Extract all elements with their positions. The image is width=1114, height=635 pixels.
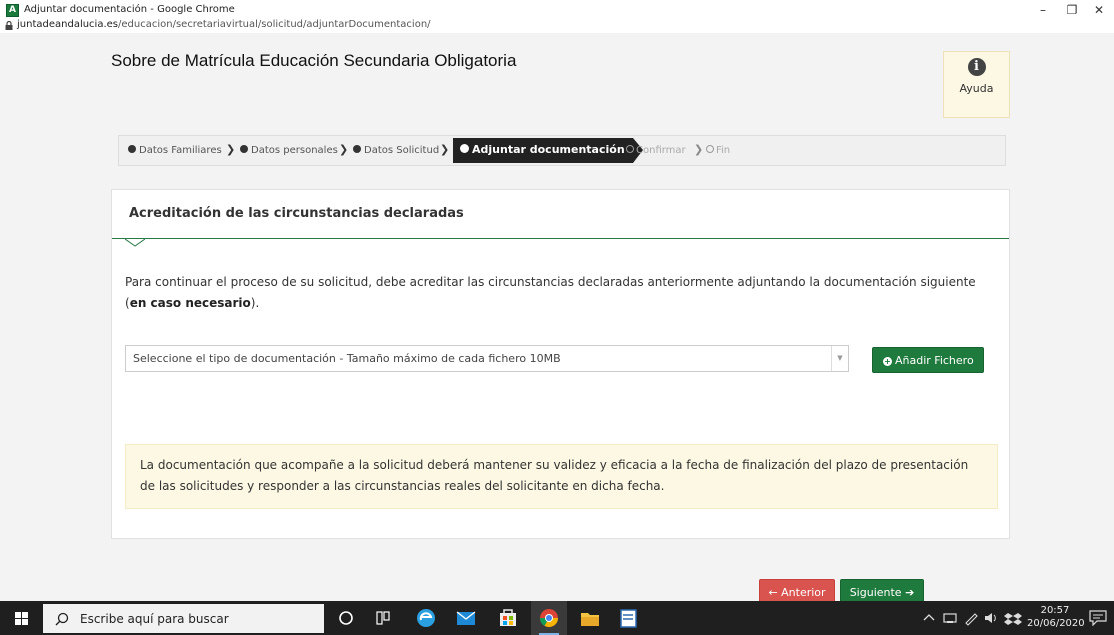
url-domain: juntadeandalucia.es <box>17 19 119 30</box>
page-content: Sobre de Matrícula Educación Secundaria … <box>0 33 1114 606</box>
network-icon[interactable] <box>941 601 959 635</box>
documentation-panel: Acreditación de las circunstancias decla… <box>111 189 1010 539</box>
chevron-right-icon: ❯ <box>226 143 236 156</box>
panel-divider <box>112 238 1009 239</box>
step-datos-familiares: Datos Familiares <box>128 145 222 156</box>
instructions-emphasis: en caso necesario <box>129 296 251 310</box>
window-title: Adjuntar documentación - Google Chrome <box>24 4 235 15</box>
step-adjuntar-documentacion: Adjuntar documentación <box>453 138 643 163</box>
volume-icon[interactable] <box>982 601 1000 635</box>
instructions-text: Para continuar el proceso de su solicitu… <box>125 272 995 314</box>
step-label: Fin <box>716 145 731 156</box>
dropdown-arrow-icon[interactable]: ▼ <box>831 346 848 371</box>
document-type-select[interactable]: Seleccione el tipo de documentación - Ta… <box>125 345 849 372</box>
step-datos-personales: Datos personales <box>240 145 338 156</box>
check-circle-icon <box>353 145 361 153</box>
step-fin: Fin <box>706 145 730 156</box>
close-button[interactable]: ✕ <box>1082 0 1114 20</box>
clock-time: 20:57 <box>1040 605 1070 616</box>
dropbox-icon[interactable] <box>1003 601 1023 635</box>
step-label: Adjuntar documentación <box>472 143 625 156</box>
store-icon[interactable] <box>490 601 526 635</box>
chrome-icon[interactable] <box>531 601 567 635</box>
search-icon <box>55 612 69 626</box>
chevron-right-icon: ❯ <box>694 143 704 156</box>
current-step-icon <box>460 144 469 153</box>
app-icon: A <box>6 4 19 17</box>
file-explorer-icon[interactable] <box>572 601 608 635</box>
notifications-icon[interactable] <box>1089 610 1107 626</box>
notepad-app-icon[interactable] <box>610 601 646 635</box>
system-clock[interactable]: 20:57 20/06/2020 <box>1027 604 1085 630</box>
windows-taskbar: Escribe aquí para buscar 20:57 20/06/202… <box>0 601 1114 635</box>
caret-down-icon <box>125 239 145 247</box>
empty-circle-icon <box>626 145 634 153</box>
cortana-icon[interactable] <box>328 601 364 635</box>
edge-browser-icon[interactable] <box>408 601 444 635</box>
lock-icon <box>5 21 13 30</box>
step-label: Datos Familiares <box>139 145 222 156</box>
help-label: Ayuda <box>959 82 994 95</box>
chevron-right-icon: ❯ <box>339 143 349 156</box>
clock-date: 20/06/2020 <box>1027 618 1085 629</box>
address-bar[interactable]: juntadeandalucia.es/educacion/secretaria… <box>0 19 1114 33</box>
taskbar-search-box[interactable]: Escribe aquí para buscar <box>43 604 324 633</box>
task-view-icon[interactable] <box>365 601 401 635</box>
chevron-up-icon[interactable] <box>921 601 937 635</box>
info-icon: i <box>967 58 986 76</box>
pen-icon[interactable] <box>962 601 980 635</box>
validity-notice: La documentación que acompañe a la solic… <box>125 444 998 509</box>
add-file-button[interactable]: + Añadir Fichero <box>872 347 984 373</box>
progress-stepper: Datos Familiares ❯ Datos personales ❯ Da… <box>118 135 1006 166</box>
url-text[interactable]: juntadeandalucia.es/educacion/secretaria… <box>17 19 431 30</box>
page-title: Sobre de Matrícula Educación Secundaria … <box>111 51 517 70</box>
step-datos-solicitud: Datos Solicitud <box>353 145 439 156</box>
plus-circle-icon: + <box>883 357 892 366</box>
chevron-right-icon: ❯ <box>440 143 450 156</box>
step-label: Confirmar <box>636 145 686 156</box>
search-placeholder: Escribe aquí para buscar <box>80 612 229 626</box>
help-button[interactable]: i Ayuda <box>943 51 1010 118</box>
url-path: /educacion/secretariavirtual/solicitud/a… <box>118 19 431 30</box>
instructions-end: ). <box>250 296 260 310</box>
step-label: Datos Solicitud <box>364 145 440 156</box>
select-value: Seleccione el tipo de documentación - Ta… <box>133 352 561 365</box>
step-confirmar: Confirmar <box>626 145 686 156</box>
mail-icon[interactable] <box>448 601 484 635</box>
check-circle-icon <box>240 145 248 153</box>
add-file-label: Añadir Fichero <box>895 354 974 367</box>
windows-start-icon[interactable] <box>0 601 43 635</box>
panel-title: Acreditación de las circunstancias decla… <box>129 206 464 221</box>
check-circle-icon <box>128 145 136 153</box>
empty-circle-icon <box>706 145 714 153</box>
step-label: Datos personales <box>251 145 338 156</box>
browser-titlebar: A Adjuntar documentación - Google Chrome… <box>0 0 1114 33</box>
